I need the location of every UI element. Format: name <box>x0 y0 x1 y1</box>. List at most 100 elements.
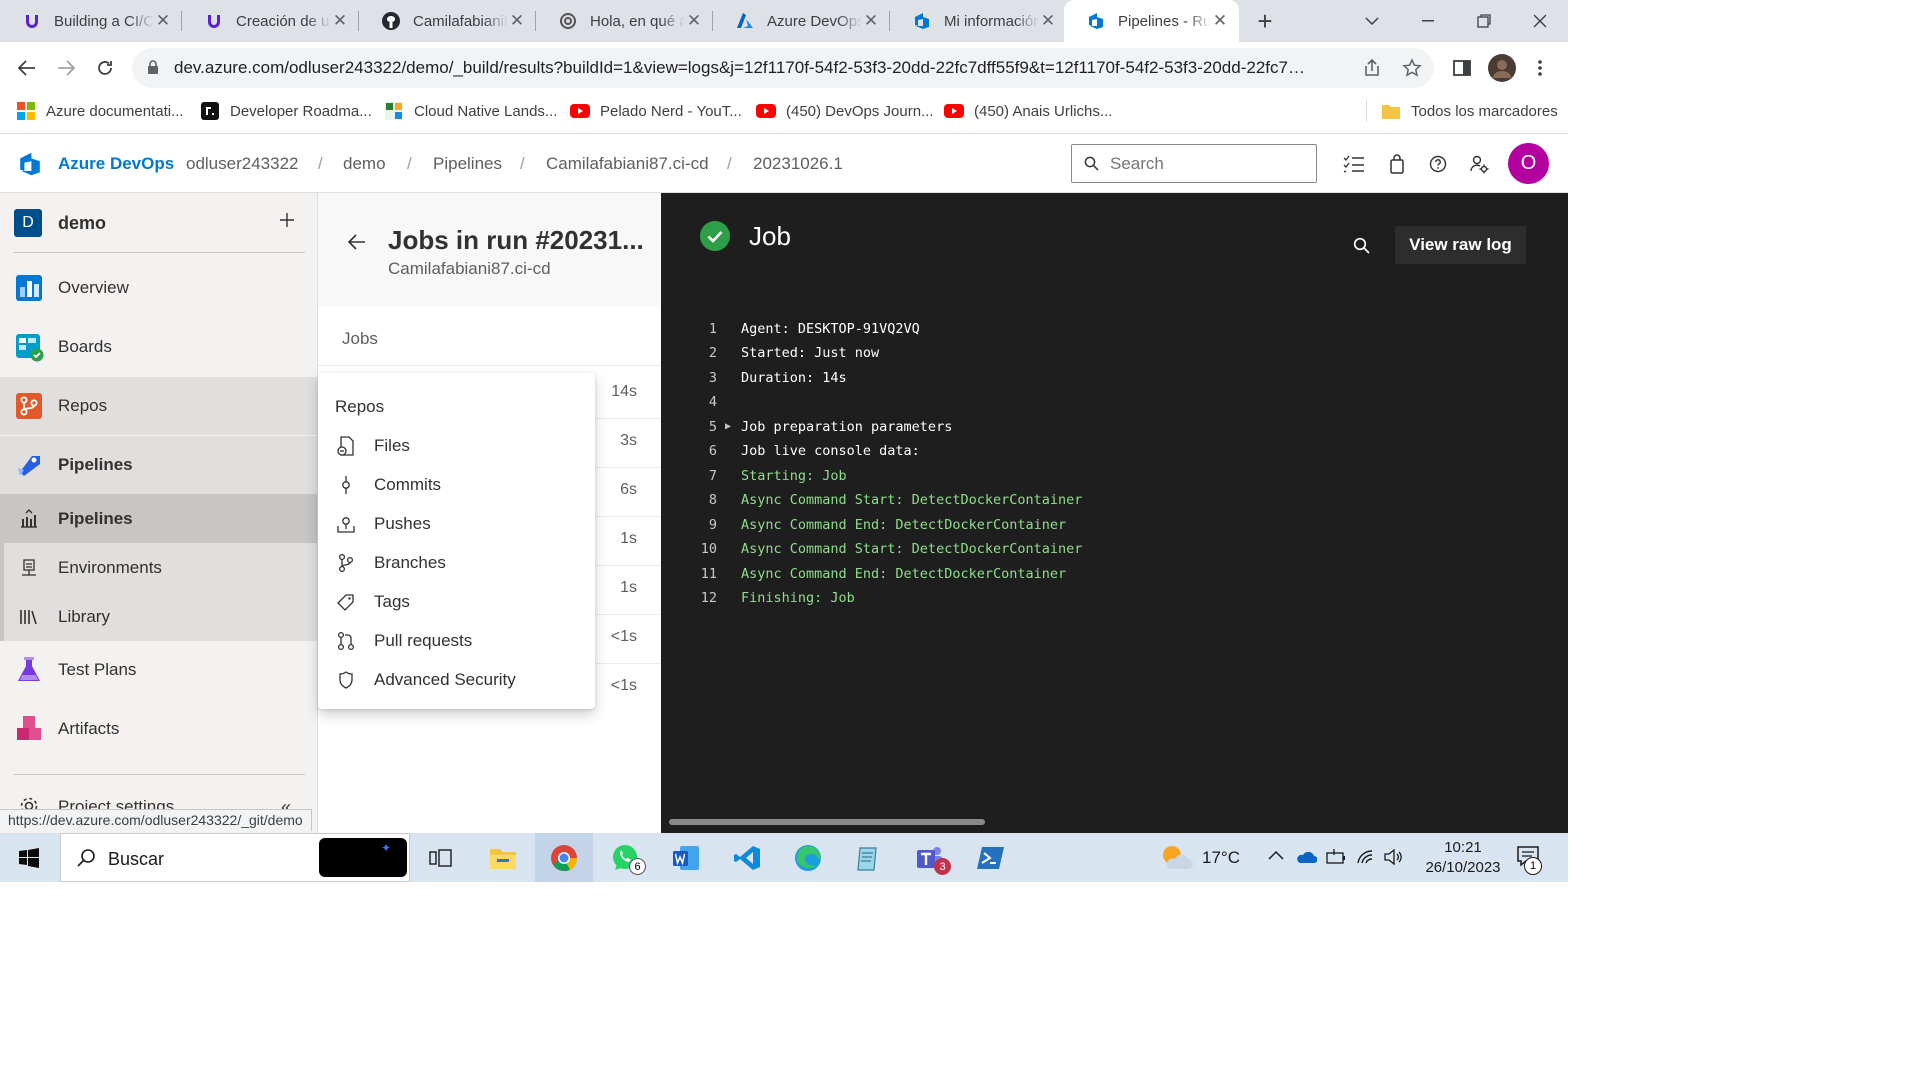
search-input[interactable] <box>1110 152 1306 176</box>
expand-triangle-icon[interactable]: ▶ <box>725 415 731 439</box>
address-bar[interactable]: dev.azure.com/odluser243322/demo/_build/… <box>132 48 1434 88</box>
bookmark-item[interactable]: Pelado Nerd - YouT... <box>570 94 742 128</box>
close-tab-icon[interactable]: ✕ <box>1039 12 1057 30</box>
breadcrumb-pipeline-name[interactable]: Camilafabiani87.ci-cd <box>546 154 709 174</box>
marketplace-bag-icon[interactable] <box>1385 152 1409 176</box>
nav-overview[interactable]: Overview <box>0 259 317 317</box>
log-text: Started: Just now <box>741 345 880 361</box>
profile-avatar[interactable] <box>1484 50 1520 86</box>
user-settings-icon[interactable] <box>1467 152 1491 176</box>
breadcrumb-pipelines[interactable]: Pipelines <box>433 154 502 174</box>
nav-pipelines-sub[interactable]: Pipelines <box>0 494 317 543</box>
chrome-icon[interactable] <box>535 833 593 882</box>
bookmarks-folder[interactable]: Todos los marcadores <box>1381 94 1558 128</box>
line-number: 12 <box>700 590 717 606</box>
nav-pipelines[interactable]: Pipelines <box>0 436 317 494</box>
nav-library[interactable]: Library <box>0 592 317 641</box>
browser-tab[interactable]: Mi información ✕ <box>890 0 1067 42</box>
view-raw-log-button[interactable]: View raw log <box>1395 226 1526 264</box>
browser-toolbar: dev.azure.com/odluser243322/demo/_build/… <box>0 42 1568 94</box>
bookmark-item[interactable]: Developer Roadma... <box>200 94 372 128</box>
bookmark-item[interactable]: (450) DevOps Journ... <box>756 94 934 128</box>
add-icon[interactable] <box>278 211 296 229</box>
nav-repos[interactable]: Repos <box>0 377 317 435</box>
word-icon[interactable] <box>657 833 715 882</box>
log-search-icon[interactable] <box>1353 237 1370 254</box>
reload-icon[interactable] <box>87 50 123 86</box>
tags-icon <box>335 591 357 613</box>
close-tab-icon[interactable]: ✕ <box>685 12 703 30</box>
breadcrumb-organization[interactable]: odluser243322 <box>186 154 298 174</box>
task-list-icon[interactable] <box>1342 152 1366 176</box>
teams-icon[interactable]: 3 <box>901 833 959 882</box>
file-explorer-icon[interactable] <box>474 833 532 882</box>
window-close-icon[interactable] <box>1512 0 1568 42</box>
youtube-icon <box>756 101 776 121</box>
notepad-icon[interactable] <box>840 833 898 882</box>
flyout-item-files[interactable]: Files <box>318 426 595 465</box>
browser-tab[interactable]: Azure DevOps ✕ <box>713 0 890 42</box>
volume-icon[interactable] <box>1384 849 1404 865</box>
close-tab-icon[interactable]: ✕ <box>862 12 880 30</box>
bookmark-star-icon[interactable] <box>1402 58 1422 78</box>
chevron-up-icon[interactable] <box>1268 850 1284 860</box>
minimize-icon[interactable] <box>1400 0 1456 42</box>
close-tab-icon[interactable]: ✕ <box>1211 12 1229 30</box>
project-avatar: D <box>14 209 42 237</box>
tab-search-icon[interactable] <box>1344 0 1400 42</box>
horizontal-scrollbar[interactable] <box>669 819 985 825</box>
windows-start-icon[interactable] <box>0 833 58 882</box>
flyout-item-pushes[interactable]: Pushes <box>318 504 595 543</box>
back-arrow-icon[interactable] <box>348 234 366 250</box>
azure-devops-logo-icon[interactable] <box>16 150 44 178</box>
edge-icon[interactable] <box>779 833 837 882</box>
restore-icon[interactable] <box>1456 0 1512 42</box>
close-tab-icon[interactable]: ✕ <box>331 12 349 30</box>
log-text: Async Command Start: DetectDockerContain… <box>741 541 1083 557</box>
notification-center[interactable]: 1 <box>1516 845 1546 875</box>
share-icon[interactable] <box>1362 58 1382 78</box>
nav-test-plans[interactable]: Test Plans <box>0 641 317 699</box>
close-tab-icon[interactable]: ✕ <box>508 12 526 30</box>
brand-name[interactable]: Azure DevOps <box>58 154 174 174</box>
nav-artifacts[interactable]: Artifacts <box>0 700 317 758</box>
side-panel-icon[interactable] <box>1444 50 1480 86</box>
nav-boards[interactable]: Boards <box>0 318 317 376</box>
browser-tab[interactable]: Hola, en qué a ✕ <box>536 0 713 42</box>
weather-widget[interactable]: 17°C <box>1160 833 1246 882</box>
flyout-item-branches[interactable]: Branches <box>318 543 595 582</box>
bookmark-item[interactable]: Cloud Native Lands... <box>384 94 557 128</box>
forward-icon[interactable] <box>48 50 84 86</box>
new-tab-button[interactable]: + <box>1238 0 1292 42</box>
flyout-item-pull-requests[interactable]: Pull requests <box>318 621 595 660</box>
breadcrumb-project[interactable]: demo <box>343 154 386 174</box>
help-icon[interactable] <box>1426 152 1450 176</box>
browser-tab[interactable]: Camilafabiani87 ✕ <box>359 0 536 42</box>
avatar[interactable]: O <box>1508 143 1549 184</box>
whatsapp-icon[interactable]: 6 <box>596 833 654 882</box>
battery-icon[interactable] <box>1326 849 1346 865</box>
breadcrumb-run[interactable]: 20231026.1 <box>753 154 843 174</box>
taskbar-search-box[interactable]: Buscar ✦ <box>60 833 410 882</box>
browser-tab[interactable]: Creación de un ✕ <box>182 0 359 42</box>
flyout-item-tags[interactable]: Tags <box>318 582 595 621</box>
browser-tab[interactable]: Building a CI/CD ✕ <box>0 0 182 42</box>
browser-tab-active[interactable]: Pipelines - Run ✕ <box>1064 0 1239 42</box>
vscode-icon[interactable] <box>718 833 776 882</box>
powershell-icon[interactable] <box>962 833 1020 882</box>
browser-menu-icon[interactable] <box>1522 50 1558 86</box>
back-icon[interactable] <box>9 50 45 86</box>
close-tab-icon[interactable]: ✕ <box>154 12 172 30</box>
bookmark-item[interactable]: (450) Anais Urlichs... <box>944 94 1112 128</box>
nav-environments[interactable]: Environments <box>0 543 317 592</box>
task-view-icon[interactable] <box>412 833 470 882</box>
wifi-icon[interactable] <box>1356 849 1376 865</box>
onedrive-icon[interactable] <box>1295 850 1317 864</box>
project-header[interactable]: D demo <box>0 193 317 251</box>
search-box[interactable] <box>1071 144 1317 183</box>
flyout-item-advanced-security[interactable]: Advanced Security <box>318 660 595 699</box>
log-text: Job preparation parameters <box>741 419 953 435</box>
flyout-item-commits[interactable]: Commits <box>318 465 595 504</box>
bookmark-item[interactable]: Azure documentati... <box>16 94 184 128</box>
clock[interactable]: 10:21 26/10/2023 <box>1414 837 1512 881</box>
